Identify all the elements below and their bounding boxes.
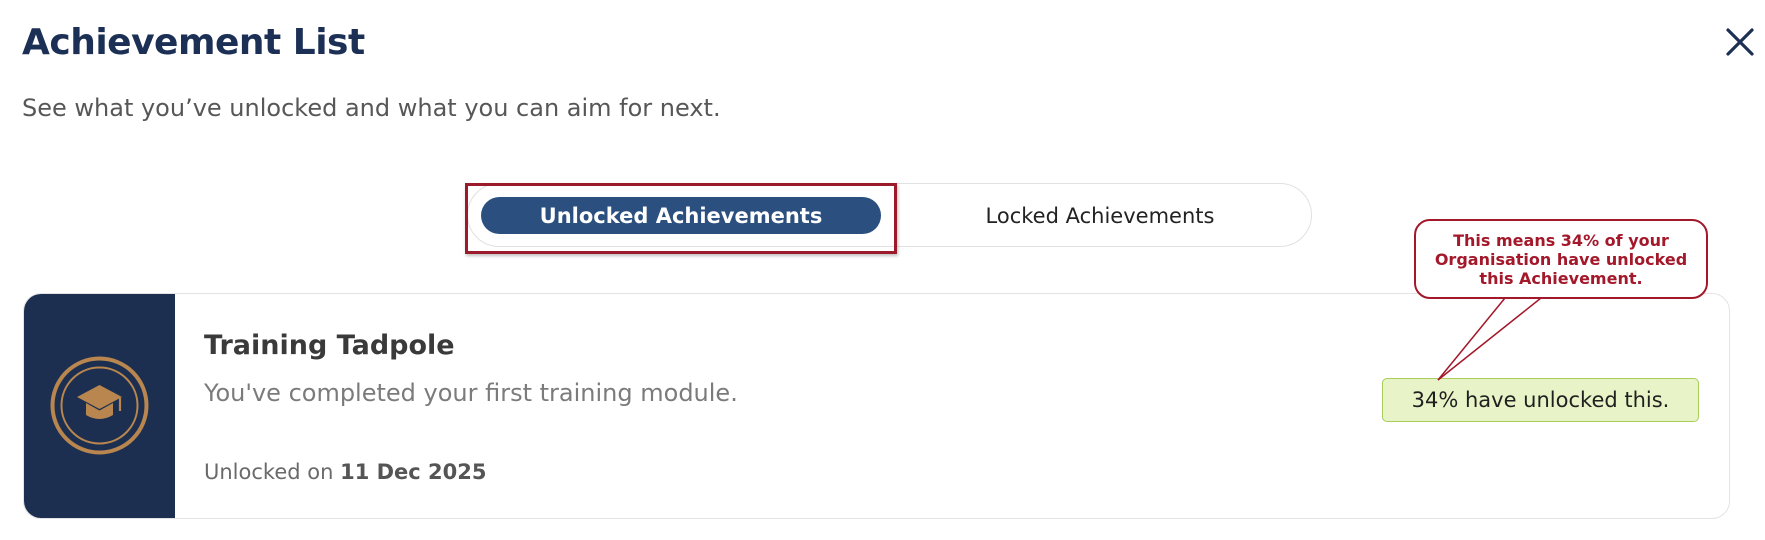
page-subtitle: See what you’ve unlocked and what you ca…	[22, 94, 721, 122]
achievement-badge-panel	[24, 294, 175, 518]
page-title: Achievement List	[22, 22, 365, 63]
tab-unlocked-achievements[interactable]: Unlocked Achievements	[481, 197, 881, 234]
unlocked-prefix: Unlocked on	[204, 460, 334, 484]
graduation-cap-icon	[50, 356, 149, 455]
unlock-percentage-badge: 34% have unlocked this.	[1382, 378, 1699, 422]
achievement-title: Training Tadpole	[204, 330, 455, 361]
achievement-description: You've completed your first training mod…	[204, 379, 738, 407]
close-icon	[1726, 28, 1754, 56]
annotation-callout: This means 34% of your Organisation have…	[1414, 219, 1708, 299]
unlocked-date-value: 11 Dec 2025	[340, 460, 487, 484]
close-button[interactable]	[1722, 24, 1758, 60]
achievement-unlocked-date: Unlocked on 11 Dec 2025	[204, 460, 487, 484]
tab-locked-achievements[interactable]: Locked Achievements	[900, 197, 1300, 234]
